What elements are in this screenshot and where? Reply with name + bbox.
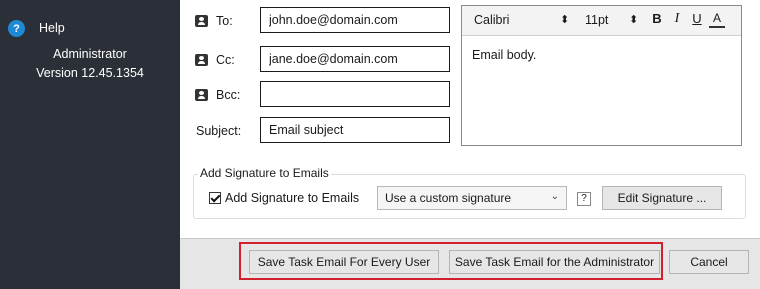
- subject-field[interactable]: [260, 117, 450, 143]
- font-family-value: Calibri: [474, 13, 510, 27]
- contact-card-icon[interactable]: [195, 15, 208, 27]
- footer-bar: Save Task Email For Every User Save Task…: [180, 238, 760, 289]
- cc-row: Cc:: [180, 46, 460, 74]
- email-body-text[interactable]: Email body.: [472, 48, 536, 62]
- sidebar-item-label: Help: [39, 21, 65, 35]
- user-name: Administrator: [53, 47, 127, 61]
- bold-button[interactable]: B: [649, 11, 665, 31]
- subject-label: Subject:: [196, 124, 242, 138]
- cc-label: Cc:: [216, 53, 235, 67]
- signature-type-select[interactable]: Use a custom signature ⌄: [377, 186, 567, 210]
- to-field[interactable]: [260, 7, 450, 33]
- contact-card-icon[interactable]: [195, 89, 208, 101]
- font-size-value: 11pt: [585, 13, 609, 27]
- to-row: To:: [180, 7, 460, 35]
- email-body-editor: Calibri ⬍ 11pt ⬍ B I U A Email body.: [461, 5, 742, 146]
- bcc-row: Bcc:: [180, 81, 460, 109]
- add-signature-label[interactable]: Add Signature to Emails: [225, 191, 359, 205]
- sidebar-item-help[interactable]: ? Help: [0, 12, 180, 44]
- editor-toolbar: Calibri ⬍ 11pt ⬍ B I U A: [462, 6, 741, 36]
- save-every-user-button[interactable]: Save Task Email For Every User: [249, 250, 439, 274]
- help-circle-icon: ?: [8, 20, 25, 37]
- add-signature-checkbox[interactable]: [209, 192, 221, 204]
- chevron-down-icon: ⌄: [550, 191, 559, 202]
- save-administrator-button[interactable]: Save Task Email for the Administrator: [449, 250, 660, 274]
- edit-signature-button[interactable]: Edit Signature ...: [602, 186, 722, 210]
- subject-row: Subject:: [180, 117, 460, 145]
- contact-card-icon[interactable]: [195, 54, 208, 66]
- cc-field[interactable]: [260, 46, 450, 72]
- italic-button[interactable]: I: [669, 11, 685, 31]
- bcc-field[interactable]: [260, 81, 450, 107]
- bcc-label: Bcc:: [216, 88, 241, 102]
- up-down-arrows-icon: ⬍: [629, 14, 639, 26]
- font-family-select[interactable]: Calibri ⬍: [474, 13, 574, 27]
- sidebar: ? Help Administrator Version 12.45.1354: [0, 0, 180, 289]
- signature-group-label: Add Signature to Emails: [198, 166, 331, 180]
- font-size-select[interactable]: 11pt ⬍: [585, 13, 640, 27]
- up-down-arrows-icon: ⬍: [560, 14, 570, 26]
- underline-button[interactable]: U: [689, 11, 705, 31]
- to-label: To:: [216, 14, 233, 28]
- font-color-button[interactable]: A: [709, 11, 725, 28]
- email-settings-panel: To: Cc: Bcc: Subject: Calibri ⬍ 11pt ⬍ B: [180, 0, 760, 289]
- cancel-button[interactable]: Cancel: [669, 250, 749, 274]
- signature-type-value: Use a custom signature: [385, 191, 512, 205]
- version-label: Version 12.45.1354: [36, 66, 144, 80]
- signature-help-icon[interactable]: ?: [577, 192, 591, 206]
